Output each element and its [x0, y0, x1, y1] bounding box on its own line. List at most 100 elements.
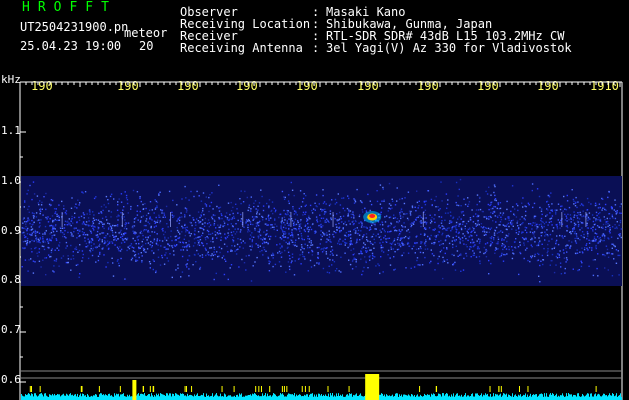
noise-speckle	[567, 244, 569, 247]
noise-speckle	[55, 224, 57, 226]
noise-speckle	[457, 218, 459, 220]
noise-speckle	[419, 221, 421, 223]
noise-speckle	[603, 237, 606, 239]
noise-speckle	[136, 236, 138, 239]
noise-speckle	[148, 231, 150, 233]
intensity-bar	[27, 394, 28, 400]
noise-speckle	[281, 217, 283, 219]
noise-speckle	[165, 239, 168, 242]
noise-speckle	[546, 229, 548, 231]
noise-speckle	[604, 203, 607, 206]
noise-speckle	[125, 221, 127, 224]
noise-speckle	[576, 252, 579, 254]
noise-speckle	[93, 225, 95, 228]
noise-speckle	[371, 224, 373, 227]
intensity-bar	[463, 396, 464, 400]
intensity-tick	[30, 386, 32, 392]
noise-speckle	[573, 232, 576, 235]
intensity-bar	[341, 395, 342, 400]
intensity-bar	[306, 394, 307, 400]
noise-speckle	[606, 221, 608, 223]
noise-speckle	[236, 243, 239, 246]
noise-speckle	[177, 231, 180, 233]
noise-speckle	[512, 225, 514, 227]
noise-speckle	[199, 268, 201, 270]
noise-speckle	[474, 231, 476, 234]
intensity-bar	[79, 395, 80, 400]
noise-speckle	[71, 233, 73, 235]
noise-speckle	[98, 227, 100, 229]
noise-speckle	[495, 248, 498, 250]
noise-speckle	[50, 239, 52, 242]
noise-speckle	[459, 238, 461, 240]
intensity-bar	[477, 393, 478, 400]
noise-speckle	[475, 225, 477, 227]
noise-speckle	[393, 214, 395, 216]
intensity-tick	[281, 386, 283, 392]
noise-speckle	[450, 215, 452, 217]
noise-speckle	[576, 237, 578, 239]
intensity-bar	[599, 394, 600, 400]
intensity-bar	[568, 393, 569, 400]
noise-speckle	[607, 269, 609, 271]
noise-speckle	[34, 233, 37, 235]
noise-speckle	[221, 257, 223, 259]
intensity-bar	[286, 396, 287, 400]
noise-speckle	[586, 209, 589, 211]
noise-speckle	[379, 272, 381, 275]
noise-speckle	[85, 221, 88, 223]
noise-speckle	[289, 258, 291, 260]
noise-speckle	[55, 258, 58, 260]
noise-speckle	[201, 211, 203, 214]
noise-speckle	[447, 234, 449, 237]
noise-speckle	[523, 257, 525, 260]
noise-speckle	[448, 235, 451, 238]
noise-speckle	[357, 229, 360, 232]
noise-speckle	[544, 239, 546, 241]
noise-speckle	[55, 208, 57, 210]
noise-speckle	[460, 270, 462, 272]
noise-speckle	[340, 229, 342, 232]
noise-speckle	[565, 215, 567, 217]
noise-speckle	[382, 271, 384, 273]
noise-speckle	[599, 236, 601, 239]
noise-speckle	[95, 196, 97, 198]
noise-speckle	[417, 264, 419, 266]
noise-speckle	[72, 235, 74, 237]
noise-speckle	[416, 259, 418, 262]
noise-speckle	[350, 237, 352, 239]
intensity-bar	[470, 396, 471, 400]
noise-speckle	[584, 247, 586, 249]
intensity-bar	[285, 396, 286, 400]
noise-speckle	[145, 220, 147, 222]
noise-speckle	[508, 216, 510, 218]
noise-speckle	[68, 218, 70, 220]
noise-speckle	[39, 209, 41, 211]
noise-speckle	[546, 200, 549, 203]
noise-speckle	[257, 246, 259, 248]
noise-speckle	[112, 262, 114, 264]
noise-speckle	[26, 229, 28, 231]
noise-speckle	[506, 253, 508, 255]
noise-speckle	[212, 208, 214, 210]
intensity-tick	[498, 386, 500, 392]
noise-speckle	[446, 227, 449, 230]
noise-speckle	[48, 239, 50, 242]
noise-speckle	[240, 229, 242, 231]
noise-speckle	[464, 225, 466, 227]
intensity-bar	[200, 395, 201, 400]
noise-speckle	[485, 216, 487, 218]
noise-speckle	[145, 236, 147, 239]
intensity-bar	[401, 394, 402, 400]
noise-speckle	[297, 258, 300, 260]
noise-speckle	[523, 238, 526, 241]
noise-speckle	[360, 252, 362, 255]
noise-speckle	[54, 218, 56, 221]
noise-speckle	[424, 213, 426, 216]
noise-speckle	[350, 242, 352, 244]
noise-speckle	[616, 212, 618, 214]
noise-speckle	[155, 216, 157, 219]
intensity-bar	[40, 393, 41, 400]
noise-speckle	[363, 234, 365, 236]
noise-speckle	[435, 236, 437, 238]
